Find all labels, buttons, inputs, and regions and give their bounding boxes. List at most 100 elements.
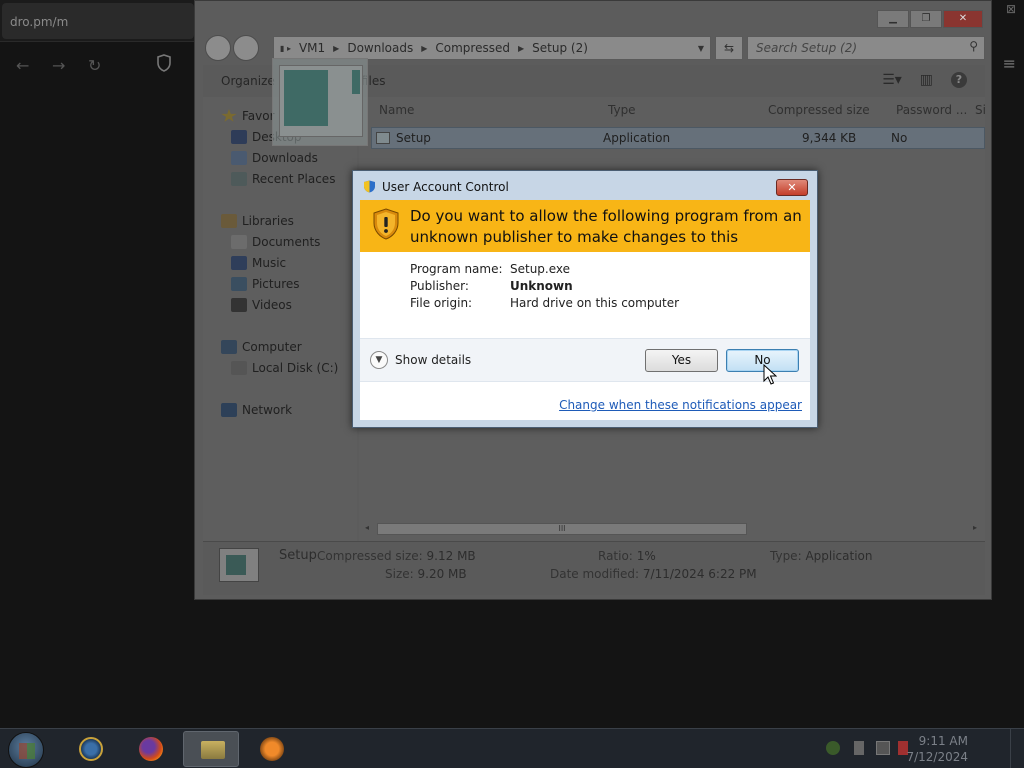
column-header-compressed-size[interactable]: Compressed size [768, 103, 870, 117]
taskbar-media-player[interactable] [243, 731, 299, 767]
publisher-value: Unknown [510, 279, 573, 293]
details-compressed-size-value: 9.12 MB [426, 549, 476, 563]
file-type: Application [603, 131, 671, 145]
clock[interactable]: 9:11 AM 7/12/2024 [906, 733, 968, 765]
reload-icon[interactable]: ↻ [88, 56, 101, 75]
breadcrumb-vm1[interactable]: VM1 [299, 41, 325, 55]
chevron-down-icon[interactable]: ▼ [370, 351, 388, 369]
nav-libraries[interactable]: Libraries [221, 214, 294, 228]
column-header-type[interactable]: Type [608, 103, 636, 117]
warning-shield-icon [373, 208, 399, 240]
details-pane: Setup Compressed size: 9.12 MB Size: 9.2… [203, 541, 985, 595]
nav-documents-label: Documents [252, 235, 321, 249]
details-compressed-size-label: Compressed size: [317, 549, 423, 563]
forward-arrow-icon[interactable]: → [52, 56, 65, 75]
action-center-flag-icon[interactable] [854, 741, 864, 755]
taskbar-windows-explorer[interactable] [183, 731, 239, 767]
search-icon[interactable]: ⚲ [969, 39, 978, 53]
column-header-password[interactable]: Password ... [896, 103, 967, 117]
organize-button[interactable]: Organize [221, 74, 275, 88]
back-button[interactable] [205, 35, 231, 61]
file-password: No [891, 131, 908, 145]
details-file-name: Setup [279, 548, 317, 563]
shield-icon[interactable] [156, 54, 172, 76]
search-input[interactable]: Search Setup (2) ⚲ [747, 36, 985, 60]
change-notifications-link[interactable]: Change when these notifications appear [559, 398, 802, 412]
close-button[interactable]: ✕ [943, 10, 983, 28]
network-icon [221, 403, 237, 417]
media-player-icon [260, 737, 284, 761]
uac-title: User Account Control [382, 180, 509, 194]
scroll-right-icon[interactable]: ▸ [973, 523, 977, 532]
nav-documents[interactable]: Documents [231, 235, 320, 249]
breadcrumb-downloads[interactable]: Downloads [347, 41, 413, 55]
nav-music[interactable]: Music [231, 256, 286, 270]
browser-menu-icon[interactable]: ≡ [1003, 54, 1016, 73]
drag-preview-image [279, 65, 363, 137]
preview-pane-icon[interactable]: ▥ [920, 72, 933, 88]
taskbar: 9:11 AM 7/12/2024 [0, 728, 1024, 768]
taskbar-firefox[interactable] [122, 731, 178, 767]
back-arrow-icon[interactable]: ← [16, 56, 29, 75]
breadcrumb-separator-icon[interactable]: ▶ [333, 44, 339, 53]
show-details-toggle[interactable]: ▼ Show details [370, 351, 471, 369]
nav-videos[interactable]: Videos [231, 298, 292, 312]
yes-button[interactable]: Yes [645, 349, 718, 372]
nav-music-label: Music [252, 256, 287, 270]
internet-explorer-icon [79, 737, 103, 761]
column-headers: Name Type Compressed size Password ... S… [359, 97, 986, 121]
taskbar-internet-explorer[interactable] [62, 731, 118, 767]
scrollbar-thumb[interactable]: III [377, 523, 747, 535]
address-dropdown-icon[interactable]: ▼ [698, 44, 704, 53]
uac-dialog: User Account Control ✕ Do you want to al… [352, 170, 818, 428]
help-icon[interactable]: ? [951, 72, 967, 88]
details-size-label: Size: [385, 567, 414, 581]
column-header-name[interactable]: Name [379, 103, 414, 117]
firefox-icon [139, 737, 163, 761]
uac-title-bar[interactable]: User Account Control [353, 171, 817, 201]
documents-icon [231, 235, 247, 249]
view-controls: ☰▾ ▥ ? [882, 72, 967, 88]
uac-action-row: ▼ Show details Yes No [360, 338, 810, 382]
breadcrumb-compressed[interactable]: Compressed [435, 41, 510, 55]
nav-pictures[interactable]: Pictures [231, 277, 300, 291]
maximize-button[interactable]: ❐ [910, 10, 942, 28]
nav-computer[interactable]: Computer [221, 340, 302, 354]
start-button[interactable] [8, 732, 44, 768]
videos-icon [231, 298, 247, 312]
uac-body: Program name: Setup.exe Publisher: Unkno… [360, 252, 810, 420]
address-bar[interactable]: ▮ ▸ VM1 ▶ Downloads ▶ Compressed ▶ Setup (2… [273, 36, 711, 60]
forward-button[interactable] [233, 35, 259, 61]
nav-downloads[interactable]: Downloads [231, 151, 318, 165]
breadcrumb-separator-icon[interactable]: ▶ [518, 44, 524, 53]
search-placeholder: Search Setup (2) [756, 41, 858, 55]
breadcrumb-separator-icon[interactable]: ▶ [421, 44, 427, 53]
nav-network[interactable]: Network [221, 403, 292, 417]
column-header-size[interactable]: Si [975, 103, 986, 117]
navigation-row: ▮ ▸ VM1 ▶ Downloads ▶ Compressed ▶ Setup (2… [203, 33, 985, 61]
file-thumbnail-icon [219, 548, 259, 582]
display-icon[interactable] [876, 741, 890, 755]
uac-close-button[interactable]: ✕ [776, 179, 808, 196]
minimize-button[interactable]: ▁ [877, 10, 909, 28]
browser-close-icon[interactable]: ⊠ [1006, 2, 1016, 16]
refresh-button[interactable]: ⇆ [715, 36, 743, 60]
nav-pictures-label: Pictures [252, 277, 300, 291]
change-view-icon[interactable]: ☰▾ [882, 72, 902, 88]
breadcrumb-setup-2[interactable]: Setup (2) [532, 41, 588, 55]
scroll-left-icon[interactable]: ◂ [365, 523, 369, 532]
browser-tab[interactable]: dro.pm/m [2, 3, 194, 39]
nav-local-disk[interactable]: Local Disk (C:) [231, 361, 338, 375]
file-origin-label: File origin: [410, 296, 473, 310]
horizontal-scrollbar[interactable]: ◂ III ▸ [365, 521, 979, 537]
nav-favorites[interactable]: Favor [221, 109, 275, 123]
file-row[interactable]: Setup Application 9,344 KB No [371, 127, 985, 149]
file-name: Setup [396, 131, 431, 145]
show-desktop-button[interactable] [1010, 729, 1024, 768]
nav-recent-places[interactable]: Recent Places [231, 172, 335, 186]
clock-date: 7/12/2024 [906, 750, 968, 764]
browser-tab-title: dro.pm/m [10, 15, 69, 29]
network-status-icon[interactable] [826, 741, 840, 755]
system-tray: 9:11 AM 7/12/2024 [824, 729, 1024, 768]
nav-videos-label: Videos [252, 298, 292, 312]
